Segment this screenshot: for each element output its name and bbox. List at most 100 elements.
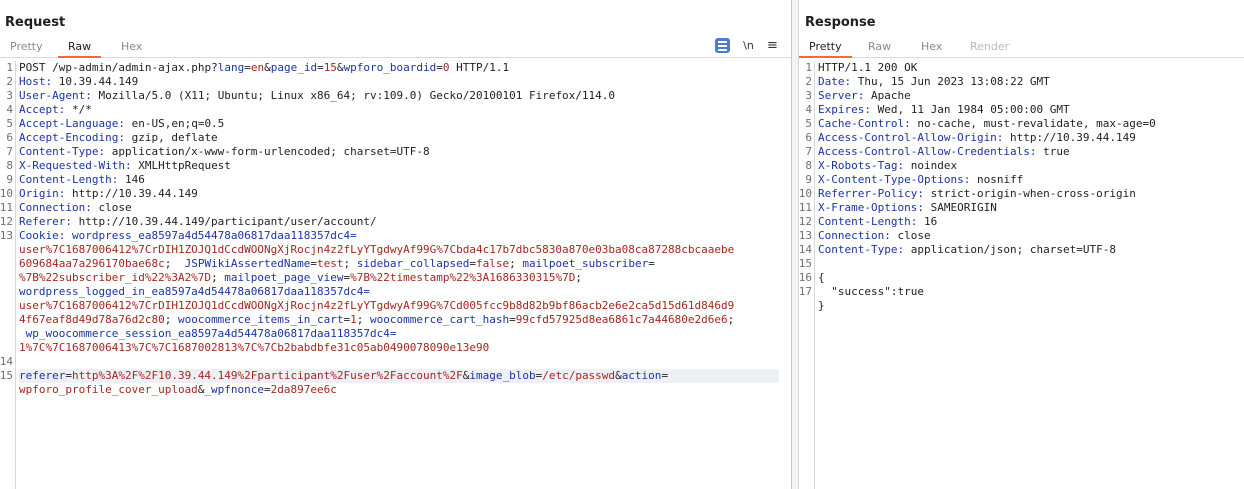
header-name: Connection:	[19, 201, 92, 214]
line-number: 6	[6, 131, 13, 144]
response-header-line: Expires: Wed, 11 Jan 1984 05:00:00 GMT	[818, 103, 1244, 117]
cookie-name: wordpress_ea8597a4d54478a06817daa118357d…	[65, 229, 357, 242]
header-name: Connection:	[818, 229, 891, 242]
show-newlines-icon[interactable]: \n	[741, 38, 756, 53]
status-line: HTTP/1.1 200 OK	[818, 61, 918, 74]
query-param-name: wpforo_boardid	[343, 61, 437, 74]
request-header-line: Accept-Encoding: gzip, deflate	[19, 131, 791, 145]
header-value: http://10.39.44.149/participant/user/acc…	[71, 215, 377, 228]
response-header-line: Referrer-Policy: strict-origin-when-cros…	[818, 187, 1244, 201]
cookie-line-wrap: 609684aa7a296170bae68c; JSPWikiAssertedN…	[19, 257, 655, 270]
header-value: Thu, 15 Jun 2023 13:08:22 GMT	[851, 75, 1050, 88]
cookie-name: mailpoet_subscriber	[515, 257, 649, 270]
cookie-line-wrap: wp_woocommerce_session_ea8597a4d54478a06…	[19, 327, 791, 341]
response-tab-hex[interactable]: Hex	[911, 40, 952, 58]
response-tab-pretty[interactable]: Pretty	[799, 40, 852, 58]
response-header-line: Content-Length: 16	[818, 215, 1244, 229]
header-value: nosniff	[970, 173, 1024, 186]
cookie-name: sidebar_collapsed	[350, 257, 470, 270]
line-number: 10	[0, 187, 13, 200]
line-number: 2	[805, 75, 812, 88]
menu-icon[interactable]: ≡	[765, 38, 780, 53]
line-number: 17	[798, 285, 812, 298]
request-header-line: Content-Length: 146	[19, 173, 791, 187]
response-header-line: Access-Control-Allow-Origin: http://10.3…	[818, 131, 1244, 145]
request-tab-hex[interactable]: Hex	[111, 40, 152, 58]
header-value: 146	[118, 173, 145, 186]
line-number: 15	[798, 257, 812, 270]
cookie-value: 4f67eaf8d49d78a76d2c80	[19, 313, 165, 326]
header-name: Referrer-Policy:	[818, 187, 924, 200]
cookie-line-wrap: 1%7C%7C1687006413%7C%7C1687002813%7C%7Cb…	[19, 341, 791, 355]
response-editor[interactable]: 1 2 3 4 5 6 7 8 9 10 11 12 13 14 15 16 1…	[799, 59, 1244, 489]
http-protocol: HTTP/1.1	[449, 61, 510, 74]
header-value: SAMEORIGIN	[923, 201, 997, 214]
line-number: 7	[805, 145, 812, 158]
header-name: Server:	[818, 89, 865, 102]
request-tab-pretty[interactable]: Pretty	[0, 40, 53, 58]
cookie-name: woocommerce_items_in_cart	[171, 313, 344, 326]
line-number: 5	[6, 117, 13, 130]
line-number: 15	[0, 369, 13, 382]
response-header-line: Content-Type: application/json; charset=…	[818, 243, 1244, 257]
header-value: close	[91, 201, 132, 214]
pretty-print-toggle-icon[interactable]	[715, 38, 730, 53]
request-header-line: Content-Type: application/x-www-form-url…	[19, 145, 791, 159]
header-name: X-Frame-Options:	[818, 201, 924, 214]
line-number: 14	[798, 243, 812, 256]
response-line-numbers: 1 2 3 4 5 6 7 8 9 10 11 12 13 14 15 16 1…	[799, 61, 815, 489]
line-number: 12	[798, 215, 812, 228]
request-tab-raw[interactable]: Raw	[58, 40, 102, 58]
line-number: 8	[805, 159, 812, 172]
line-number: 11	[798, 201, 812, 214]
cookie-value: false	[476, 257, 510, 270]
query-param-value: 15	[323, 61, 337, 74]
line-number: 10	[798, 187, 812, 200]
header-name: Cookie:	[19, 229, 66, 242]
cookie-line-wrap: 4f67eaf8d49d78a76d2c80; woocommerce_item…	[19, 313, 735, 326]
cookie-line: Cookie: wordpress_ea8597a4d54478a06817da…	[19, 229, 791, 243]
request-header-line: Accept: */*	[19, 103, 791, 117]
query-param-value: en	[250, 61, 265, 74]
response-tab-raw[interactable]: Raw	[858, 40, 901, 58]
body-param-name: _wpfnonce	[204, 383, 265, 396]
cookie-value: 609684aa7a296170bae68c	[19, 257, 165, 270]
cookie-value: 99cfd57925d8ea6861c7a44680e2d6e6	[515, 313, 728, 326]
request-header-line: Origin: http://10.39.44.149	[19, 187, 791, 201]
request-header-line: Host: 10.39.44.149	[19, 75, 791, 89]
header-value: application/json; charset=UTF-8	[904, 243, 1117, 256]
cookie-name: mailpoet_page_view	[217, 271, 344, 284]
request-header-line: X-Requested-With: XMLHttpRequest	[19, 159, 791, 173]
header-name: Referer:	[19, 215, 72, 228]
header-value: Apache	[864, 89, 911, 102]
line-number: 3	[805, 89, 812, 102]
header-name: User-Agent:	[19, 89, 92, 102]
cookie-value: user%7C1687006412%7CrDIH1ZOJQ1dCcdWOONgX…	[19, 299, 735, 312]
header-name: Accept:	[19, 103, 66, 116]
body-param-name: referer	[19, 369, 66, 382]
line-number: 4	[805, 103, 812, 116]
header-value: 10.39.44.149	[52, 75, 139, 88]
request-editor[interactable]: 1 2 3 4 5 6 7 8 9 10 11 12 13 14 15 POST…	[0, 59, 791, 489]
query-param-value: 0	[442, 61, 450, 74]
response-header-line: X-Frame-Options: SAMEORIGIN	[818, 201, 1244, 215]
line-number: 2	[6, 75, 13, 88]
header-value: strict-origin-when-cross-origin	[923, 187, 1136, 200]
request-line: POST /wp-admin/admin-ajax.php?lang=en&pa…	[19, 61, 510, 74]
header-value: application/x-www-form-urlencoded; chars…	[105, 145, 430, 158]
body-line-wrap: wpforo_profile_cover_upload&_wpfnonce=2d…	[19, 383, 337, 396]
header-value: no-cache, must-revalidate, max-age=0	[910, 117, 1156, 130]
cookie-value: %7B%22subscriber_id%22%3A2%7D	[19, 271, 212, 284]
response-tab-render[interactable]: Render	[960, 40, 1019, 58]
json-success-line: "success":true	[818, 285, 924, 298]
line-number: 3	[6, 89, 13, 102]
header-name: Accept-Language:	[19, 117, 125, 130]
header-value: noindex	[904, 159, 958, 172]
response-header-line: Access-Control-Allow-Credentials: true	[818, 145, 1244, 159]
response-title: Response	[805, 15, 876, 30]
line-number: 14	[0, 355, 13, 368]
request-tabbar: Pretty Raw Hex	[0, 36, 791, 58]
cookie-line-wrap: wordpress_logged_in_ea8597a4d54478a06817…	[19, 285, 791, 299]
header-name: Content-Length:	[818, 215, 918, 228]
